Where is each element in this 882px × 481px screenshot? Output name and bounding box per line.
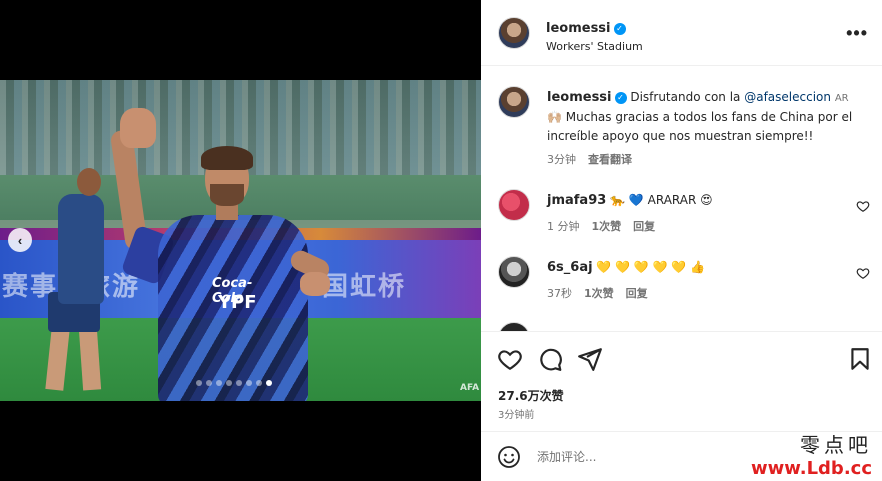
comment-likes[interactable]: 1次赞 [584, 285, 614, 301]
caption-mention-link[interactable]: @afaseleccion [744, 90, 831, 104]
media-pane: 赛事 旅游 国虹桥 Coca-Cola YPF ‹ AFA [0, 0, 481, 481]
instagram-post-view: 赛事 旅游 国虹桥 Coca-Cola YPF ‹ AFA leomessi ✓… [0, 0, 882, 481]
post-location[interactable]: Workers' Stadium [546, 40, 643, 53]
verified-badge-icon: ✓ [614, 92, 627, 104]
player-hand-left [120, 108, 156, 148]
carousel-dots [196, 380, 272, 386]
bg-player-body [58, 194, 104, 304]
player-hand-right [300, 272, 330, 296]
player-hair [201, 146, 253, 170]
emoji-smiley-icon[interactable] [497, 445, 521, 469]
author-avatar[interactable] [498, 17, 530, 49]
carousel-dot [196, 380, 202, 386]
share-paper-plane-icon[interactable] [577, 346, 603, 372]
author-username[interactable]: leomessi [546, 21, 611, 36]
more-options-button[interactable]: ••• [846, 23, 868, 44]
previous-slide-button[interactable]: ‹ [8, 228, 32, 252]
caption-avatar[interactable] [498, 86, 530, 118]
reply-button[interactable]: 回复 [626, 285, 648, 301]
comment-text: 6s_6aj 💛 💛 💛 💛 💛 👍 [547, 258, 865, 277]
likes-count[interactable]: 27.6万次赞 [498, 387, 564, 404]
action-bar: 27.6万次赞 3分钟前 [481, 331, 882, 431]
comment-avatar[interactable] [498, 256, 530, 288]
comment-time: 37秒 [547, 287, 572, 300]
carousel-dot [226, 380, 232, 386]
comment-avatar[interactable] [498, 189, 530, 221]
post-photo[interactable]: 赛事 旅游 国虹桥 Coca-Cola YPF [0, 80, 481, 401]
see-translation-link[interactable]: 查看翻译 [588, 151, 632, 167]
like-comment-heart-icon[interactable] [856, 199, 870, 213]
verified-badge-icon: ✓ [613, 23, 626, 35]
add-comment-input[interactable] [537, 446, 757, 468]
post-time-ago: 3分钟前 [498, 410, 535, 421]
like-heart-icon[interactable] [497, 346, 523, 372]
caption-username[interactable]: leomessi [547, 90, 612, 105]
comment-username[interactable]: jmafa93 [547, 193, 606, 208]
comment-meta: 1 分钟 1次赞 回复 [547, 218, 655, 234]
comment-likes[interactable]: 1次赞 [592, 218, 622, 234]
caption-text-post: 🙌🏼 Muchas gracias a todos los fans de Ch… [547, 110, 853, 143]
like-comment-heart-icon[interactable] [856, 266, 870, 280]
player-beard [210, 184, 244, 206]
save-bookmark-icon[interactable] [847, 346, 873, 372]
comment-meta: 37秒 1次赞 回复 [547, 285, 648, 301]
caption-time: 3分钟 [547, 153, 576, 166]
comment-avatar[interactable] [498, 322, 530, 331]
post-details-pane: leomessi ✓ Workers' Stadium ••• leomessi ✓… [481, 0, 882, 481]
caption-tag: AR [834, 93, 849, 104]
comments-list[interactable]: leomessi ✓ Disfrutando con la @afaselecci… [481, 66, 882, 331]
bg-player-head [77, 168, 101, 196]
carousel-dot [236, 380, 242, 386]
banner-text-right: 国虹桥 [322, 272, 407, 302]
comment-body: 🐆 💙 ARARAR 😍 [610, 193, 713, 207]
comment-bubble-icon[interactable] [537, 346, 563, 372]
site-watermark: 零点吧 www.Ldb.cc [751, 429, 872, 479]
watermark-top: 零点吧 [800, 433, 872, 457]
afa-watermark: AFA [460, 383, 480, 393]
comment-time: 1 分钟 [547, 220, 580, 233]
caption-meta: 3分钟 查看翻译 [547, 151, 632, 167]
carousel-dot [256, 380, 262, 386]
author-block: leomessi ✓ Workers' Stadium [546, 17, 643, 53]
carousel-dot [246, 380, 252, 386]
comment-text: jmafa93 🐆 💙 ARARAR 😍 [547, 191, 865, 210]
carousel-dot-active [266, 380, 272, 386]
caption-text: leomessi ✓ Disfrutando con la @afaselecci… [547, 88, 865, 146]
reply-button[interactable]: 回复 [633, 218, 655, 234]
jersey-sponsor-2: YPF [218, 292, 257, 313]
comment-username[interactable]: 6s_6aj [547, 260, 593, 275]
carousel-dot [206, 380, 212, 386]
carousel-dot [216, 380, 222, 386]
post-header: leomessi ✓ Workers' Stadium ••• [481, 0, 882, 66]
watermark-bottom: www.Ldb.cc [751, 458, 872, 479]
comment-body: 💛 💛 💛 💛 💛 👍 [596, 260, 706, 274]
caption-text-pre: Disfrutando con la [630, 90, 745, 104]
